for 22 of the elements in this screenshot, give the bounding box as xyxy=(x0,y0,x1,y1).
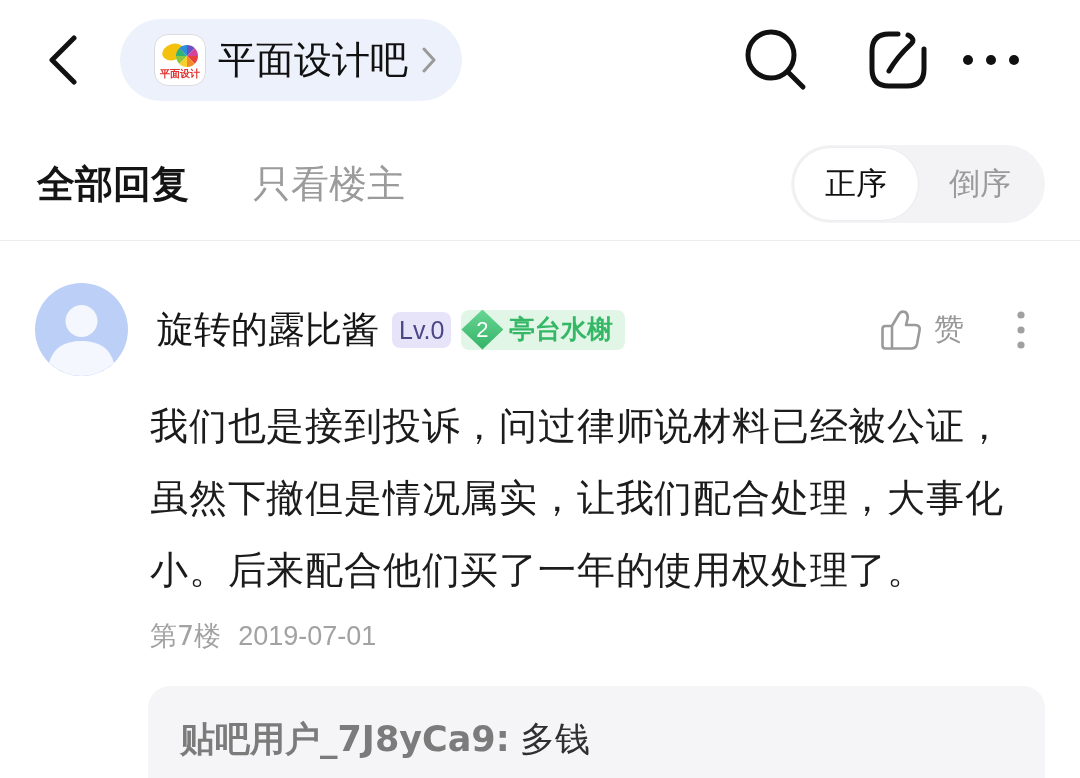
rank-title: 亭台水榭 xyxy=(509,313,614,346)
logo-caption: 平面设计 xyxy=(160,68,200,79)
rank-number: 2 xyxy=(461,309,504,350)
floor-number: 第7楼 xyxy=(150,619,222,653)
back-icon[interactable] xyxy=(48,35,78,85)
edit-icon[interactable] xyxy=(869,31,927,89)
sort-option[interactable]: 正序 xyxy=(794,148,918,220)
username[interactable]: 旋转的露比酱 xyxy=(157,304,379,355)
search-icon[interactable] xyxy=(745,29,807,91)
reply-text: 多钱 xyxy=(519,719,590,759)
avatar-icon xyxy=(35,283,128,376)
more-icon[interactable] xyxy=(962,54,1020,66)
comment-text: 我们也是接到投诉，问过律师说材料已经被公证，虽然下撤但是情况属实，让我们配合处理，大事化小。后来配合他们买了一年的使用权处理了。 xyxy=(150,403,1005,594)
chevron-right-icon xyxy=(422,47,436,73)
reply-username[interactable]: 贴吧用户_7J8yCa9: xyxy=(180,719,510,759)
post-date: 2019-07-01 xyxy=(238,620,377,653)
level-badge: Lv.0 xyxy=(392,311,452,348)
tab[interactable]: 全部回复 xyxy=(37,158,189,210)
color-wheel-icon xyxy=(161,41,199,68)
more-vertical-icon[interactable] xyxy=(1016,309,1026,350)
thumbs-up-icon xyxy=(880,308,922,351)
forum-button[interactable]: 平面设计 平面设计吧 xyxy=(120,19,462,101)
